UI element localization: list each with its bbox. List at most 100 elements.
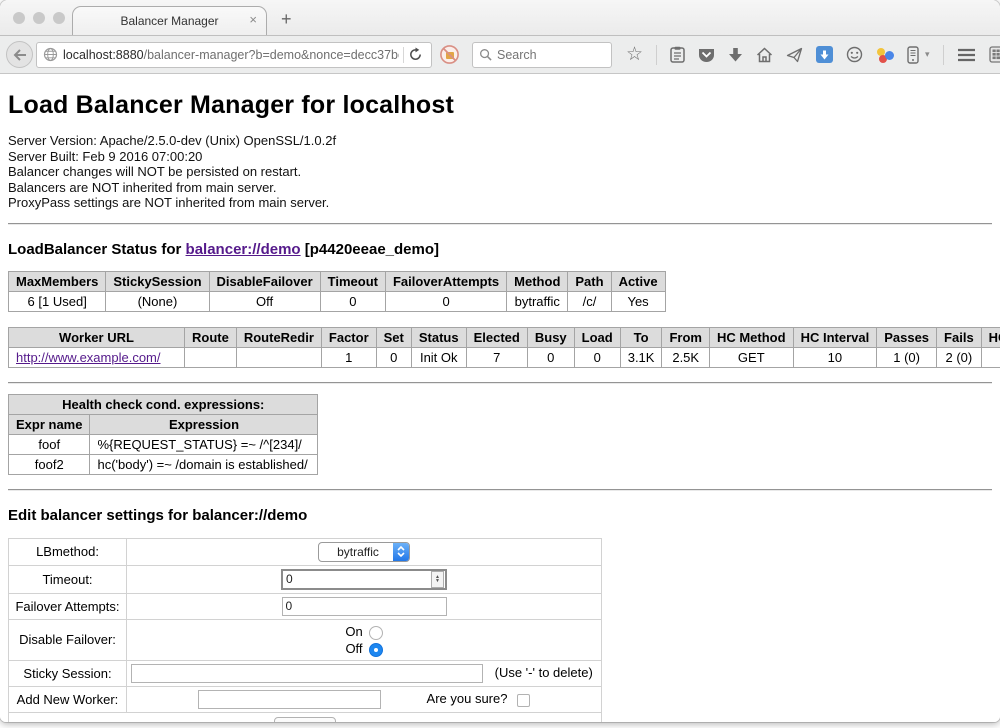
menu-icon[interactable] xyxy=(957,48,976,62)
multicolor-extension-icon[interactable] xyxy=(876,46,894,64)
close-window-button[interactable] xyxy=(13,12,25,24)
download-helper-icon[interactable] xyxy=(816,46,833,63)
reload-icon[interactable] xyxy=(408,47,423,62)
failover-attempts-label: Failover Attempts: xyxy=(9,593,127,619)
pocket-icon[interactable] xyxy=(698,47,715,63)
sticky-session-input[interactable] xyxy=(131,664,483,683)
balancer-demo-link[interactable]: balancer://demo xyxy=(186,241,301,258)
cell xyxy=(185,347,237,367)
column-header: StickySession xyxy=(106,271,209,291)
table-title-row: Health check cond. expressions: xyxy=(9,394,318,414)
failover-on-radio[interactable] xyxy=(369,626,383,640)
worker-url-link[interactable]: http://www.example.com/ xyxy=(16,350,161,365)
back-button[interactable] xyxy=(6,41,33,68)
cell: 1 (0) xyxy=(877,347,937,367)
column-header: HC Method xyxy=(709,327,793,347)
toolbar-separator xyxy=(943,45,944,65)
add-worker-input[interactable] xyxy=(198,690,381,709)
column-header: HC uri xyxy=(981,327,1000,347)
search-input[interactable] xyxy=(497,48,597,62)
cell: 0 xyxy=(376,347,411,367)
cell: 10 xyxy=(793,347,877,367)
url-bar[interactable]: localhost:8880/balancer-manager?b=demo&n… xyxy=(36,42,432,68)
tab-bar: Balancer Manager × + xyxy=(0,0,1000,36)
tab-close-icon[interactable]: × xyxy=(249,13,257,27)
form-row-sticky-session: Sticky Session: (Use '-' to delete) xyxy=(9,660,602,686)
column-header: From xyxy=(662,327,710,347)
inherit-note-line: Balancers are NOT inherited from main se… xyxy=(8,180,992,196)
reading-list-icon[interactable] xyxy=(670,46,685,63)
browser-tab[interactable]: Balancer Manager × xyxy=(72,6,267,35)
lbmethod-select[interactable]: bytraffic xyxy=(318,542,410,562)
column-header: Set xyxy=(376,327,411,347)
minimize-window-button[interactable] xyxy=(33,12,45,24)
window-controls xyxy=(13,12,65,24)
are-you-sure-checkbox[interactable] xyxy=(517,694,530,707)
divider xyxy=(8,382,992,384)
table-row: foof %{REQUEST_STATUS} =~ /^[234]/ xyxy=(9,434,318,454)
cell: 0 xyxy=(574,347,620,367)
cell: (None) xyxy=(106,291,209,311)
table-header-row: Expr name Expression xyxy=(9,414,318,434)
column-header: Fails xyxy=(937,327,982,347)
column-header: FailoverAttempts xyxy=(385,271,506,291)
tab-title: Balancer Manager xyxy=(120,14,218,28)
table-header-row: MaxMembers StickySession DisableFailover… xyxy=(9,271,666,291)
cell: 1 xyxy=(321,347,376,367)
url-text[interactable]: localhost:8880/balancer-manager?b=demo&n… xyxy=(63,48,399,62)
cell-expression: %{REQUEST_STATUS} =~ /^[234]/ xyxy=(90,434,318,454)
form-row-disable-failover: Disable Failover: On Off xyxy=(9,619,602,660)
column-header: Worker URL xyxy=(9,327,185,347)
column-header: Load xyxy=(574,327,620,347)
downloads-icon[interactable] xyxy=(728,47,743,63)
cell: bytraffic xyxy=(507,291,568,311)
select-stepper-icon xyxy=(393,543,409,561)
table-row: http://www.example.com/ 1 0 Init Ok 7 0 … xyxy=(9,347,1000,367)
divider xyxy=(8,489,992,491)
timeout-input[interactable] xyxy=(283,571,431,587)
toolbar-icons: ☆ xyxy=(626,45,1000,65)
feedback-smiley-icon[interactable] xyxy=(846,46,863,63)
home-icon[interactable] xyxy=(756,47,773,63)
new-tab-button[interactable]: + xyxy=(281,9,292,30)
edit-balancer-form: LBmethod: bytraffic Timeout: xyxy=(8,538,602,722)
site-globe-icon xyxy=(43,47,58,62)
navigation-toolbar: localhost:8880/balancer-manager?b=demo&n… xyxy=(0,36,1000,74)
cell-expr-name: foof2 xyxy=(9,454,90,474)
number-spinner-icon[interactable]: ▲▼ xyxy=(431,571,444,588)
server-version-line: Server Version: Apache/2.5.0-dev (Unix) … xyxy=(8,133,992,149)
send-plane-icon[interactable] xyxy=(786,47,803,63)
add-worker-label: Add New Worker: xyxy=(9,686,127,712)
cell: Yes xyxy=(611,291,665,311)
sticky-hint: (Use '-' to delete) xyxy=(495,665,593,680)
cell: 3.1K xyxy=(620,347,662,367)
table-row: 6 [1 Used] (None) Off 0 0 bytraffic /c/ … xyxy=(9,291,666,311)
failover-attempts-input[interactable] xyxy=(282,597,447,616)
device-sync-icon[interactable] xyxy=(907,46,919,64)
chevron-down-icon[interactable]: ▾ xyxy=(925,49,930,60)
tile-grid-icon[interactable] xyxy=(989,46,1000,63)
bookmark-star-icon[interactable]: ☆ xyxy=(626,46,643,64)
search-bar[interactable] xyxy=(472,42,612,68)
submit-button[interactable]: Submit xyxy=(274,717,335,722)
timeout-field-wrapper: ▲▼ xyxy=(281,569,447,590)
cell: GET xyxy=(709,347,793,367)
cell: 0 xyxy=(385,291,506,311)
column-header: RouteRedir xyxy=(236,327,321,347)
persist-note-line: Balancer changes will NOT be persisted o… xyxy=(8,164,992,180)
disable-failover-label: Disable Failover: xyxy=(9,619,127,660)
zoom-window-button[interactable] xyxy=(53,12,65,24)
content-blocked-icon[interactable] xyxy=(439,44,460,65)
page-title: Load Balancer Manager for localhost xyxy=(8,74,992,133)
form-row-timeout: Timeout: ▲▼ xyxy=(9,565,602,593)
back-arrow-icon xyxy=(13,49,27,61)
server-info: Server Version: Apache/2.5.0-dev (Unix) … xyxy=(8,133,992,211)
cell: Off xyxy=(209,291,320,311)
column-header: Timeout xyxy=(320,271,385,291)
column-header: Factor xyxy=(321,327,376,347)
column-header: Passes xyxy=(877,327,937,347)
failover-off-radio[interactable] xyxy=(369,643,383,657)
off-label: Off xyxy=(345,640,362,657)
column-header: Method xyxy=(507,271,568,291)
column-header: MaxMembers xyxy=(9,271,106,291)
